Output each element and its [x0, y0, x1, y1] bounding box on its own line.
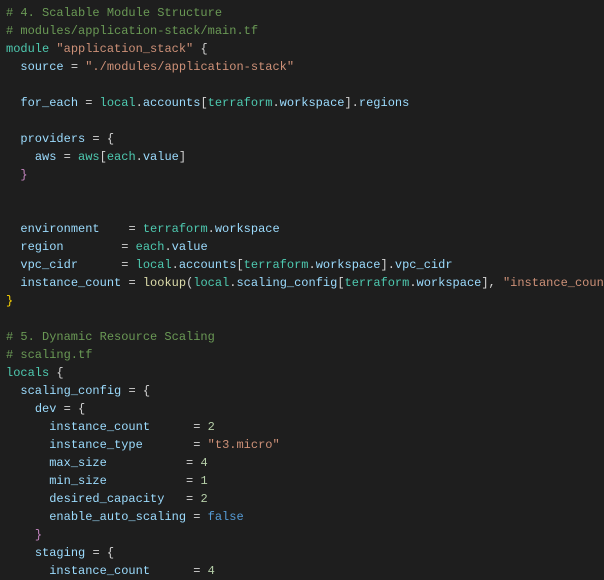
code-line: } — [6, 526, 604, 544]
string: "t3.micro" — [208, 438, 280, 452]
string: "application_stack" — [56, 42, 193, 56]
attr-key: source — [20, 60, 63, 74]
ref: accounts — [143, 96, 201, 110]
code-line: instance_count = lookup(local.scaling_co… — [6, 274, 604, 292]
boolean: false — [208, 510, 244, 524]
code-line — [6, 184, 604, 202]
ref: regions — [359, 96, 409, 110]
ref: workspace — [280, 96, 345, 110]
ref: workspace — [316, 258, 381, 272]
ref: local — [136, 258, 172, 272]
attr-key: aws — [35, 150, 57, 164]
code-line: min_size = 1 — [6, 472, 604, 490]
attr-key: min_size — [49, 474, 107, 488]
code-line: desired_capacity = 2 — [6, 490, 604, 508]
attr-key: providers — [20, 132, 85, 146]
code-line — [6, 76, 604, 94]
code-line: } — [6, 292, 604, 310]
code-line — [6, 112, 604, 130]
code-line: region = each.value — [6, 238, 604, 256]
attr-key: for_each — [20, 96, 78, 110]
attr-key: instance_count — [49, 420, 150, 434]
ref: aws — [78, 150, 100, 164]
number: 1 — [200, 474, 207, 488]
ref: each — [136, 240, 165, 254]
code-line: # modules/application-stack/main.tf — [6, 22, 604, 40]
code-line: aws = aws[each.value] — [6, 148, 604, 166]
func: lookup — [143, 276, 186, 290]
ref: value — [172, 240, 208, 254]
attr-key: scaling_config — [20, 384, 121, 398]
comment: # 4. Scalable Module Structure — [6, 6, 222, 20]
attr-key: dev — [35, 402, 57, 416]
ref: workspace — [417, 276, 482, 290]
code-line: # 4. Scalable Module Structure — [6, 4, 604, 22]
ref: local — [100, 96, 136, 110]
code-line: instance_type = "t3.micro" — [6, 436, 604, 454]
code-line: for_each = local.accounts[terraform.work… — [6, 94, 604, 112]
number: 4 — [208, 564, 215, 578]
ref: each — [107, 150, 136, 164]
attr-key: environment — [20, 222, 99, 236]
ref: workspace — [215, 222, 280, 236]
code-line: enable_auto_scaling = false — [6, 508, 604, 526]
attr-key: staging — [35, 546, 85, 560]
ref: accounts — [179, 258, 237, 272]
ref: value — [143, 150, 179, 164]
attr-key: vpc_cidr — [20, 258, 78, 272]
code-line: instance_count = 2 — [6, 418, 604, 436]
ref: terraform — [143, 222, 208, 236]
comment: # modules/application-stack/main.tf — [6, 24, 258, 38]
code-line — [6, 202, 604, 220]
ref: scaling_config — [236, 276, 337, 290]
code-line: max_size = 4 — [6, 454, 604, 472]
number: 4 — [200, 456, 207, 470]
comment: # scaling.tf — [6, 348, 92, 362]
code-line: locals { — [6, 364, 604, 382]
ref: terraform — [208, 96, 273, 110]
ref: terraform — [244, 258, 309, 272]
code-line: source = "./modules/application-stack" — [6, 58, 604, 76]
number: 2 — [200, 492, 207, 506]
code-line: # scaling.tf — [6, 346, 604, 364]
code-editor[interactable]: # 4. Scalable Module Structure # modules… — [6, 4, 604, 580]
code-line — [6, 310, 604, 328]
code-line: dev = { — [6, 400, 604, 418]
code-line: providers = { — [6, 130, 604, 148]
ref: local — [193, 276, 229, 290]
keyword: locals — [6, 366, 49, 380]
attr-key: instance_count — [49, 564, 150, 578]
ref: terraform — [345, 276, 410, 290]
code-line: vpc_cidr = local.accounts[terraform.work… — [6, 256, 604, 274]
ref: vpc_cidr — [395, 258, 453, 272]
string: "./modules/application-stack" — [85, 60, 294, 74]
code-line: scaling_config = { — [6, 382, 604, 400]
code-line: } — [6, 166, 604, 184]
attr-key: max_size — [49, 456, 107, 470]
code-line: staging = { — [6, 544, 604, 562]
number: 2 — [208, 420, 215, 434]
attr-key: region — [20, 240, 63, 254]
attr-key: enable_auto_scaling — [49, 510, 186, 524]
code-line: # 5. Dynamic Resource Scaling — [6, 328, 604, 346]
keyword: module — [6, 42, 49, 56]
code-line: module "application_stack" { — [6, 40, 604, 58]
code-line: environment = terraform.workspace — [6, 220, 604, 238]
comment: # 5. Dynamic Resource Scaling — [6, 330, 215, 344]
attr-key: instance_type — [49, 438, 143, 452]
attr-key: instance_count — [20, 276, 121, 290]
code-line: instance_count = 4 — [6, 562, 604, 580]
string: "instance_count" — [503, 276, 604, 290]
attr-key: desired_capacity — [49, 492, 164, 506]
